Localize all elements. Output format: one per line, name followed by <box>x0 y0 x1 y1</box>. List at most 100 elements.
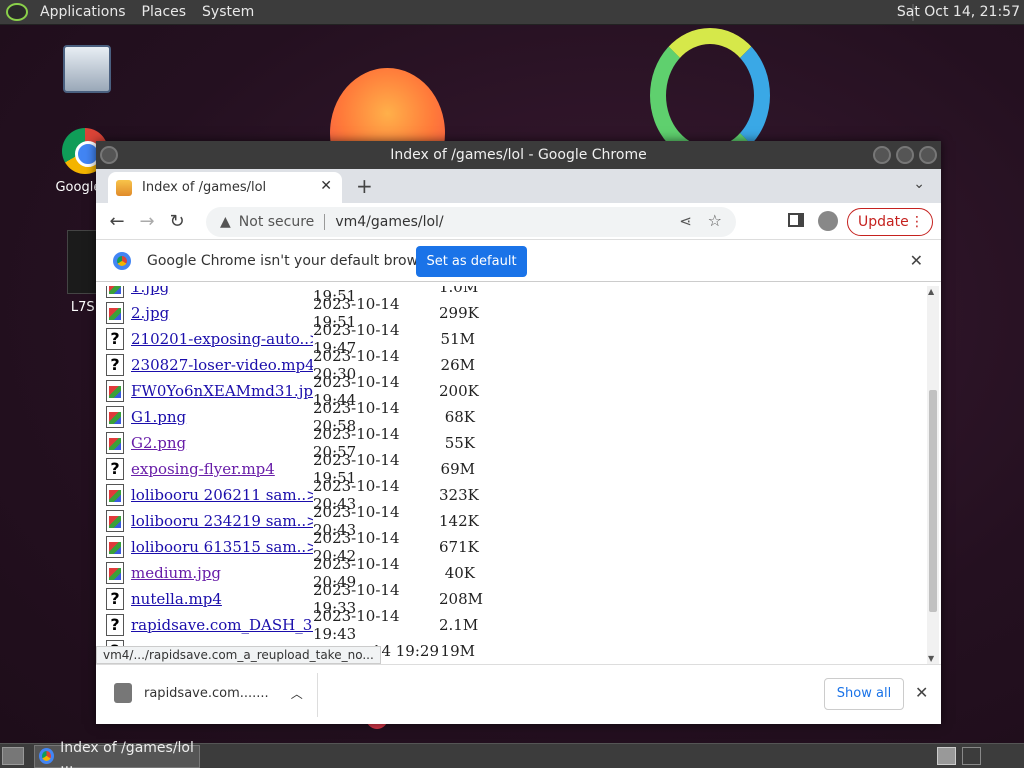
file-size: 142K <box>439 512 479 530</box>
show-all-button[interactable]: Show all <box>824 678 904 710</box>
file-size: 40K <box>444 564 475 582</box>
clock[interactable]: Sat Oct 14, 21:57 <box>897 4 1020 20</box>
more-menu-icon[interactable]: ⋮ <box>910 209 924 235</box>
chrome-window: Index of /games/lol - Google Chrome Inde… <box>96 141 941 724</box>
infobar-close-icon[interactable]: ✕ <box>910 251 923 270</box>
vertical-scrollbar[interactable]: ▲ ▼ <box>927 286 939 664</box>
image-file-icon <box>106 562 124 584</box>
menu-applications[interactable]: Applications <box>32 4 134 20</box>
image-file-icon <box>106 510 124 532</box>
file-size: 2.1M <box>439 616 479 634</box>
desktop-trash[interactable] <box>52 45 122 93</box>
omnibox[interactable]: ▲ Not secure vm4/games/lol/ ⋖ ☆ <box>206 207 736 237</box>
url-text[interactable]: vm4/games/lol/ <box>335 214 443 230</box>
file-link[interactable]: lolibooru 234219 sam..> <box>131 512 313 530</box>
file-link[interactable]: nutella.mp4 <box>131 590 313 608</box>
tab-strip: Index of /games/lol ✕ + ⌄ <box>96 169 941 203</box>
set-as-default-button[interactable]: Set as default <box>416 246 527 277</box>
download-item[interactable]: rapidsave.com....... ︿ <box>114 683 303 703</box>
scrollbar-thumb[interactable] <box>929 390 937 612</box>
table-row: ? rapidsave.com_DASH_3..>2023-10-14 19:43… <box>106 607 479 643</box>
new-tab-button[interactable]: + <box>356 174 373 198</box>
window-menu-icon[interactable] <box>100 146 118 164</box>
reload-button[interactable]: ↻ <box>162 211 192 232</box>
file-size: 26M <box>440 356 475 374</box>
chrome-icon <box>113 251 131 270</box>
file-link[interactable]: exposing-flyer.mp4 <box>131 460 313 478</box>
close-tab-icon[interactable]: ✕ <box>320 178 332 194</box>
browser-toolbar: ← → ↻ ▲ Not secure vm4/games/lol/ ⋖ ☆ Up… <box>96 203 941 239</box>
menu-system[interactable]: System <box>194 4 262 20</box>
close-window-icon[interactable] <box>919 146 937 164</box>
infobar-message: Google Chrome isn't your default browser <box>147 252 440 269</box>
image-file-icon <box>106 302 124 324</box>
maximize-icon[interactable] <box>896 146 914 164</box>
image-file-icon <box>106 432 124 454</box>
status-bubble: vm4/.../rapidsave.com_a_reupload_take_no… <box>96 646 381 664</box>
window-title: Index of /games/lol - Google Chrome <box>390 147 647 163</box>
scroll-up-icon[interactable]: ▲ <box>928 287 934 296</box>
file-link[interactable]: rapidsave.com_DASH_3..> <box>131 616 313 634</box>
tab-title: Index of /games/lol <box>142 180 267 195</box>
default-browser-infobar: Google Chrome isn't your default browser… <box>96 239 941 282</box>
file-size: 299K <box>439 304 479 322</box>
file-size: 19M <box>440 642 475 660</box>
file-size: 68K <box>444 408 475 426</box>
file-size: 55K <box>444 434 475 452</box>
back-button[interactable]: ← <box>102 211 132 232</box>
top-panel: Applications Places System Sat Oct 14, 2… <box>0 0 1024 25</box>
file-link[interactable]: FW0Yo6nXEAMmd31.jpg <box>131 382 313 400</box>
download-file-icon <box>114 683 132 703</box>
file-link[interactable]: lolibooru 613515 sam..> <box>131 538 313 556</box>
tab-index-games-lol[interactable]: Index of /games/lol ✕ <box>108 172 342 203</box>
tab-search-chevron-icon[interactable]: ⌄ <box>913 176 925 192</box>
security-label[interactable]: Not secure <box>239 214 315 230</box>
image-file-icon <box>106 484 124 506</box>
task-label: Index of /games/lol ... <box>60 740 194 768</box>
image-file-icon <box>106 380 124 402</box>
menu-places[interactable]: Places <box>134 4 195 20</box>
chrome-icon <box>39 748 55 764</box>
image-file-icon <box>106 536 124 558</box>
omnibox-divider <box>324 214 326 230</box>
scroll-down-icon[interactable]: ▼ <box>928 654 934 663</box>
bookmark-star-icon[interactable]: ☆ <box>708 211 722 230</box>
favicon-icon <box>116 179 132 196</box>
unknown-file-icon: ? <box>106 458 124 480</box>
file-size: 51M <box>440 330 475 348</box>
window-titlebar[interactable]: Index of /games/lol - Google Chrome <box>96 141 941 169</box>
file-size: 671K <box>439 538 479 556</box>
unknown-file-icon: ? <box>106 614 124 636</box>
update-label: Update <box>858 214 909 230</box>
file-link[interactable]: medium.jpg <box>131 564 313 582</box>
update-button[interactable]: Update ⋮ <box>847 208 933 236</box>
profile-avatar-icon[interactable] <box>818 211 838 231</box>
unknown-file-icon: ? <box>106 328 124 350</box>
close-download-shelf-icon[interactable]: ✕ <box>915 683 928 702</box>
workspace-1[interactable] <box>937 747 956 765</box>
file-link[interactable]: 1.jpg <box>131 286 313 296</box>
file-link[interactable]: 230827-loser-video.mp4 <box>131 356 313 374</box>
file-size: 323K <box>439 486 479 504</box>
file-link[interactable]: G2.png <box>131 434 313 452</box>
workspace-2[interactable] <box>962 747 981 765</box>
file-size: 208M <box>439 590 483 608</box>
share-icon[interactable]: ⋖ <box>679 212 692 230</box>
file-size: 69M <box>440 460 475 478</box>
warning-icon[interactable]: ▲ <box>220 214 231 230</box>
minimize-icon[interactable] <box>873 146 891 164</box>
taskbar-chrome-window[interactable]: Index of /games/lol ... <box>34 740 200 768</box>
directory-listing: 1.jpg2023-10-14 19:511.0M2.jpg2023-10-14… <box>106 286 483 664</box>
bottom-panel: Index of /games/lol ... <box>0 740 1024 768</box>
file-link[interactable]: 210201-exposing-auto..> <box>131 330 313 348</box>
file-link[interactable]: 2.jpg <box>131 304 313 322</box>
file-size: 1.0M <box>439 286 479 296</box>
file-link[interactable]: G1.png <box>131 408 313 426</box>
forward-button[interactable]: → <box>132 211 162 232</box>
chevron-up-icon[interactable]: ︿ <box>291 685 303 702</box>
show-desktop-icon[interactable] <box>2 747 24 765</box>
distro-logo-icon[interactable] <box>6 3 28 21</box>
side-panel-icon[interactable] <box>788 213 804 227</box>
file-link[interactable]: lolibooru 206211 sam..> <box>131 486 313 504</box>
page-content: 1.jpg2023-10-14 19:511.0M2.jpg2023-10-14… <box>96 286 941 664</box>
